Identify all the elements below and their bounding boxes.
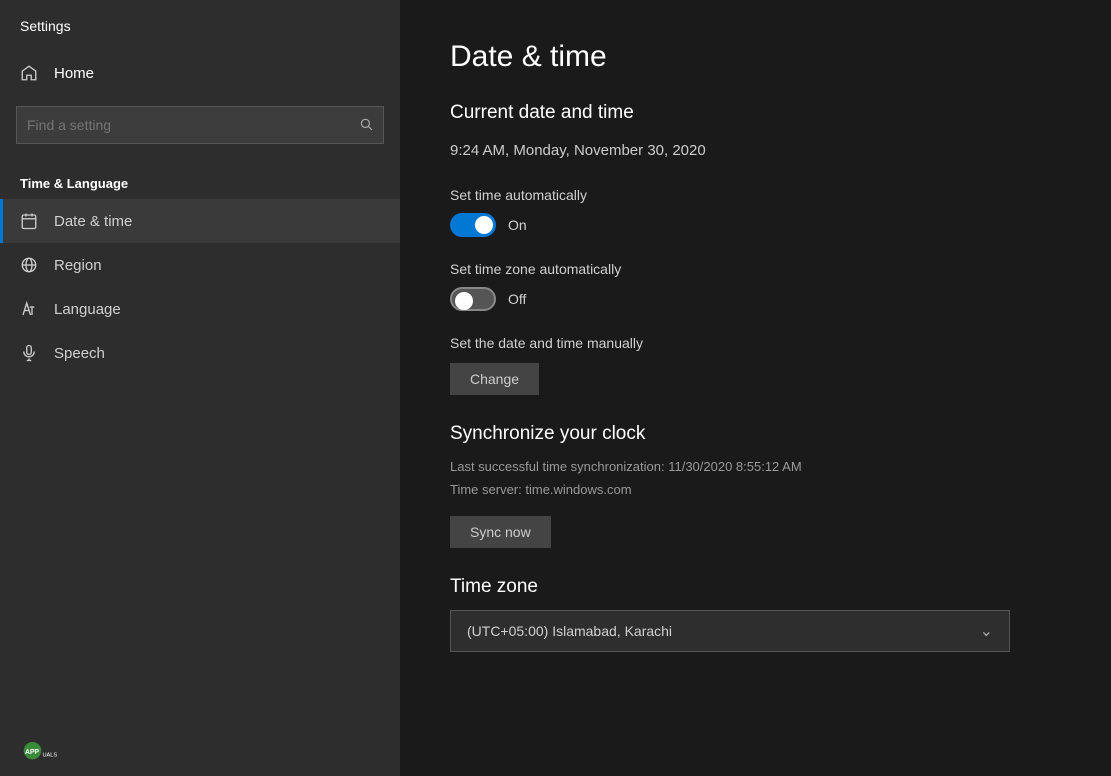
timezone-select[interactable]: (UTC+05:00) Islamabad, Karachi ⌄ — [450, 610, 1010, 652]
sidebar-item-speech[interactable]: Speech — [0, 331, 400, 375]
chevron-down-icon: ⌄ — [980, 621, 993, 641]
svg-text:UALS: UALS — [43, 752, 58, 758]
globe-icon — [20, 256, 38, 274]
sync-info: Last successful time synchronization: 11… — [450, 455, 1061, 502]
sidebar-item-region[interactable]: Region — [0, 243, 400, 287]
current-datetime-value: 9:24 AM, Monday, November 30, 2020 — [450, 142, 1061, 159]
set-timezone-auto-state: Off — [508, 291, 526, 307]
home-label: Home — [54, 65, 94, 82]
sync-heading: Synchronize your clock — [450, 423, 1061, 445]
timezone-label: Time zone — [450, 576, 1061, 598]
home-icon — [20, 64, 38, 82]
sidebar-item-language[interactable]: Language — [0, 287, 400, 331]
set-time-auto-label: Set time automatically — [450, 187, 1061, 203]
search-icon[interactable] — [359, 117, 373, 134]
set-timezone-auto-toggle-container: Off — [450, 287, 1061, 311]
set-timezone-auto-toggle-knob — [455, 292, 473, 310]
sidebar-bottom: APP UALS — [0, 516, 400, 776]
appuals-logo-svg: APP UALS — [20, 728, 70, 764]
manual-label: Set the date and time manually — [450, 335, 1061, 351]
set-time-auto-toggle-knob — [475, 216, 493, 234]
sync-info-line2: Time server: time.windows.com — [450, 478, 1061, 501]
appuals-logo: APP UALS — [20, 728, 70, 764]
search-container — [0, 96, 400, 160]
current-date-time-heading: Current date and time — [450, 102, 1061, 124]
set-time-auto-state: On — [508, 217, 527, 233]
timezone-section: Time zone (UTC+05:00) Islamabad, Karachi… — [450, 576, 1061, 652]
sidebar-item-home[interactable]: Home — [0, 50, 400, 96]
sidebar-item-date-time-label: Date & time — [54, 213, 132, 230]
sidebar-item-date-time[interactable]: Date & time — [0, 199, 400, 243]
search-box[interactable] — [16, 106, 384, 144]
sidebar-item-region-label: Region — [54, 257, 102, 274]
svg-text:APP: APP — [25, 749, 40, 756]
set-timezone-auto-toggle[interactable] — [450, 287, 496, 311]
manual-section: Set the date and time manually Change — [450, 335, 1061, 395]
sync-info-line1: Last successful time synchronization: 11… — [450, 455, 1061, 478]
set-time-auto-toggle[interactable] — [450, 213, 496, 237]
sidebar-item-speech-label: Speech — [54, 345, 105, 362]
mic-icon — [20, 344, 38, 362]
page-title: Date & time — [450, 40, 1061, 74]
set-timezone-auto-row: Set time zone automatically Off — [450, 261, 1061, 311]
timezone-value: (UTC+05:00) Islamabad, Karachi — [467, 623, 672, 639]
set-time-auto-toggle-container: On — [450, 213, 1061, 237]
search-input[interactable] — [27, 117, 359, 133]
calendar-icon — [20, 212, 38, 230]
set-timezone-auto-label: Set time zone automatically — [450, 261, 1061, 277]
sidebar: Settings Home Time & Language — [0, 0, 400, 776]
sync-section: Synchronize your clock Last successful t… — [450, 423, 1061, 548]
set-time-auto-row: Set time automatically On — [450, 187, 1061, 237]
sidebar-item-language-label: Language — [54, 301, 121, 318]
app-title: Settings — [0, 0, 400, 50]
font-icon — [20, 300, 38, 318]
change-button[interactable]: Change — [450, 363, 539, 395]
main-content: Date & time Current date and time 9:24 A… — [400, 0, 1111, 776]
sync-now-button[interactable]: Sync now — [450, 516, 551, 548]
section-label: Time & Language — [0, 160, 400, 199]
